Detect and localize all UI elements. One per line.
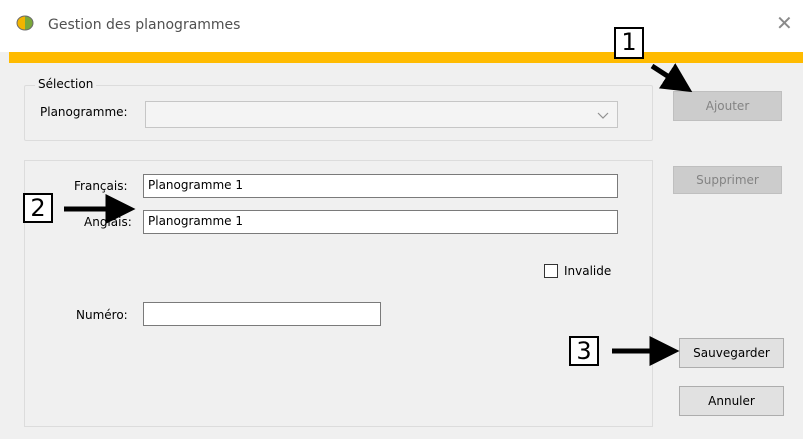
annotation-arrows: [64, 63, 693, 366]
arrow-1-icon: [650, 63, 693, 93]
